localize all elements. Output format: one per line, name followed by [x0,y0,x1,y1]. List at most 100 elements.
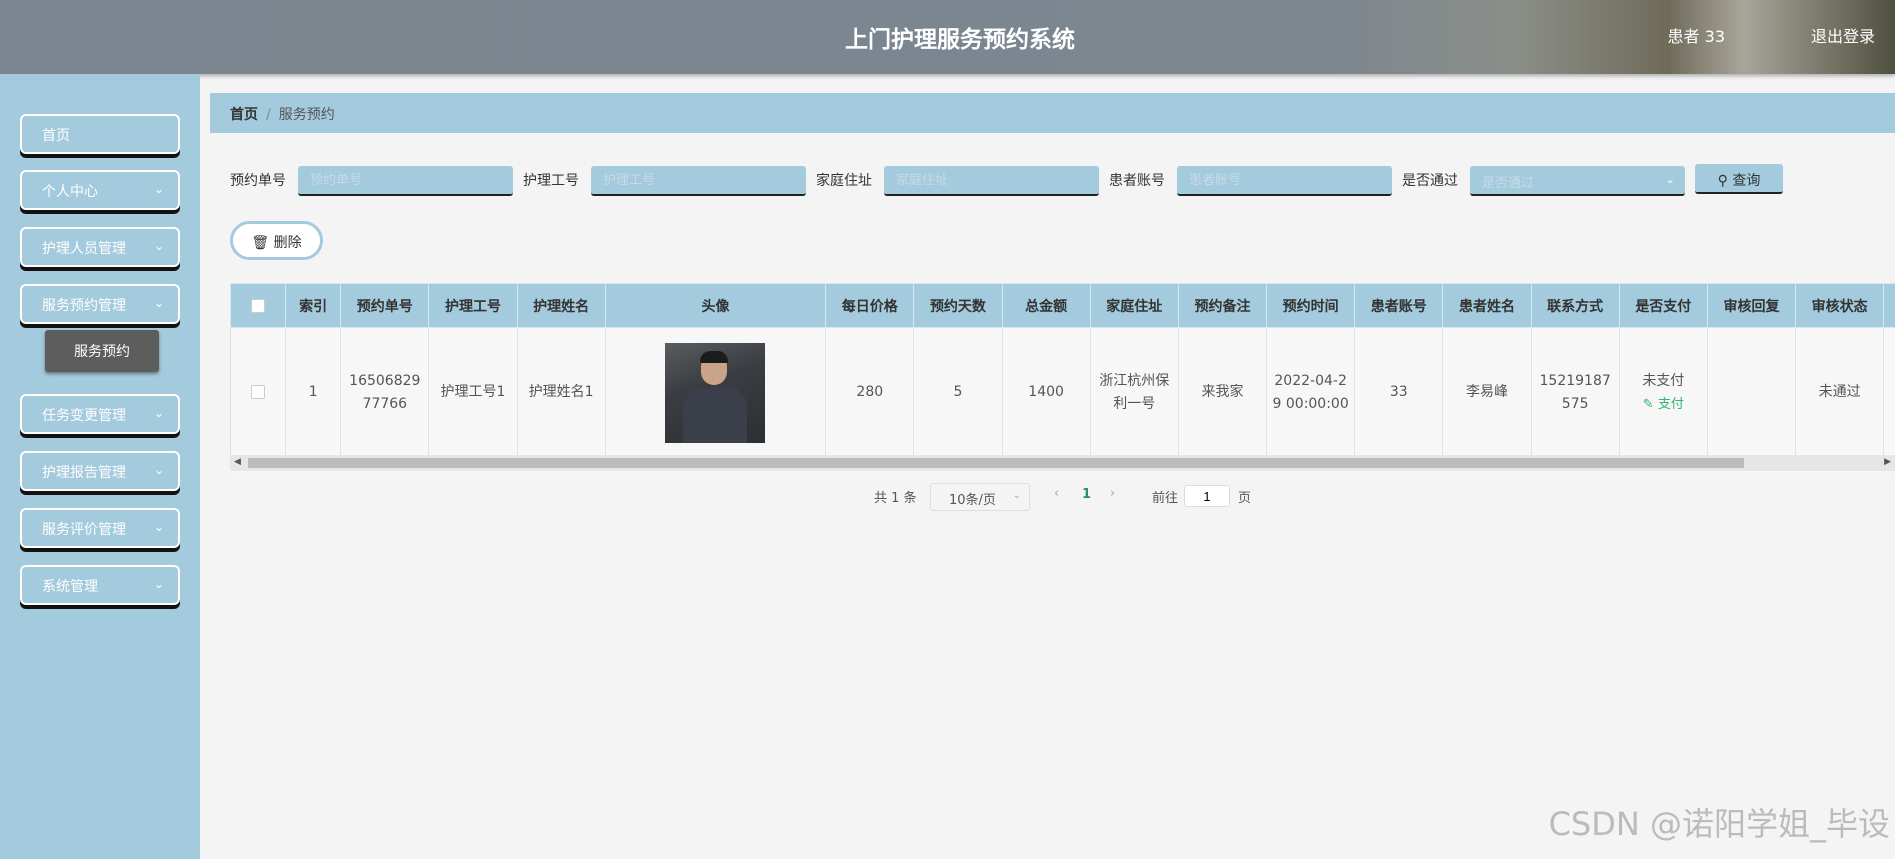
cell-remark: 来我家 [1177,327,1268,458]
column-header: 预约时间 [1266,283,1356,328]
sidebar-item-label: 护理报告管理 [42,465,126,481]
page-size-select[interactable]: 10条/页 ⌄ [930,483,1030,511]
query-button-label: 查询 [1732,173,1761,189]
paid-status: 未支付 [1642,372,1685,389]
column-header: 患者姓名 [1442,283,1532,328]
column-header: 操作 [1883,283,1895,328]
address-input[interactable] [884,166,1099,196]
sidebar-item-system-management[interactable]: 系统管理 ⌄ [20,565,180,605]
sidebar-item-label: 护理人员管理 [42,241,126,257]
next-page-icon[interactable]: › [1110,486,1115,501]
column-header: 索引 [285,283,342,328]
scrollbar-thumb[interactable] [248,458,1744,468]
cell-address: 浙江杭州保利一号 [1089,327,1179,458]
breadcrumb-separator: / [266,107,271,123]
select-all-header[interactable] [230,283,287,328]
breadcrumb: 首页 / 服务预约 [210,93,1895,133]
column-header: 患者账号 [1354,283,1444,328]
pagination-total: 共 1 条 [874,491,917,506]
goto-label: 前往 [1152,491,1179,506]
search-icon: ⚲ [1717,173,1728,189]
column-header: 预约单号 [340,283,430,328]
scroll-right-icon[interactable]: ▶ [1884,457,1891,467]
cell-daily-price: 280 [825,327,915,458]
cell-actions: ▤ 详情 [1883,327,1895,458]
pay-link-label: 支付 [1657,396,1684,412]
page-number-current[interactable]: 1 [1082,487,1091,502]
chevron-down-icon: ⌄ [153,463,164,477]
column-header: 预约天数 [913,283,1003,328]
pay-link[interactable]: ✎ 支付 [1624,393,1703,416]
avatar-hair [700,350,729,363]
sidebar-item-appointment-management[interactable]: 服务预约管理 ⌄ [20,284,180,324]
sidebar-item-task-change-management[interactable]: 任务变更管理 ⌄ [20,394,180,434]
sidebar-item-home[interactable]: 首页 [20,114,180,154]
address-label: 家庭住址 [816,173,872,189]
approved-select[interactable]: 是否通过 ⌄ [1470,166,1685,196]
cell-days: 5 [913,327,1003,458]
breadcrumb-current: 服务预约 [278,107,335,123]
cell-time: 2022-04-29 00:00:00 [1266,327,1356,458]
column-header: 是否支付 [1618,283,1708,328]
delete-button[interactable]: 🗑 删除 [230,221,323,260]
cell-index: 1 [285,327,342,458]
column-header: 审核回复 [1706,283,1797,328]
chevron-down-icon: ⌄ [153,296,164,310]
sidebar-item-personal-center[interactable]: 个人中心 ⌄ [20,170,180,210]
column-header: 预约备注 [1177,283,1268,328]
submenu-item-appointment[interactable]: 服务预约 [45,330,159,372]
column-header: 每日价格 [825,283,915,328]
goto-page-input[interactable] [1184,485,1230,507]
cell-patient-name: 李易峰 [1442,327,1532,458]
cell-avatar [604,327,827,458]
chevron-down-icon: ⌄ [1665,173,1675,186]
sidebar-item-label: 系统管理 [42,579,98,595]
edit-icon: ✎ [1642,396,1654,412]
patient-account-input[interactable] [1177,166,1392,196]
chevron-down-icon: ⌄ [1012,490,1021,501]
current-user-label: 患者 33 [1667,27,1725,46]
chevron-down-icon: ⌄ [153,239,164,253]
approved-label: 是否通过 [1402,173,1458,189]
column-header: 护理姓名 [516,283,606,328]
nurse-id-input[interactable] [591,166,806,196]
query-button[interactable]: ⚲ 查询 [1695,164,1783,194]
column-header: 总金额 [1001,283,1091,328]
page-size-value: 10条/页 [949,493,996,508]
top-header: 上门护理服务预约系统 患者 33 退出登录 [0,0,1895,74]
breadcrumb-home[interactable]: 首页 [230,107,258,123]
order-no-input[interactable] [298,166,513,196]
sidebar-item-label: 个人中心 [42,184,98,200]
sidebar-item-label: 任务变更管理 [42,408,126,424]
row-select-cell[interactable] [230,327,287,458]
sidebar-item-label: 服务预约管理 [42,298,126,314]
logout-link[interactable]: 退出登录 [1811,23,1875,47]
cell-review-reply [1706,327,1797,458]
table-header-row: 索引 预约单号 护理工号 护理姓名 头像 每日价格 预约天数 总金额 家庭住址 … [230,283,1895,328]
order-no-label: 预约单号 [230,173,286,189]
approved-select-placeholder: 是否通过 [1482,176,1535,191]
sidebar-item-nurse-management[interactable]: 护理人员管理 ⌄ [20,227,180,267]
sidebar: 首页 个人中心 ⌄ 护理人员管理 ⌄ 服务预约管理 ⌄ 服务预约 任务变更管理 ⌄ 护理… [0,74,200,859]
column-header: 审核状态 [1795,283,1885,328]
scroll-left-icon[interactable]: ◀ [234,457,241,467]
chevron-down-icon: ⌄ [153,406,164,420]
goto-suffix: 页 [1238,491,1252,506]
row-checkbox[interactable] [251,385,266,399]
sidebar-item-report-management[interactable]: 护理报告管理 ⌄ [20,451,180,491]
avatar-body [683,386,748,443]
trash-icon: 🗑 [251,235,270,251]
avatar [665,342,766,443]
sidebar-item-review-management[interactable]: 服务评价管理 ⌄ [20,508,180,548]
table-row: 1 1650682977766 护理工号1 护理姓名1 280 5 1400 浙… [230,327,1895,458]
cell-total: 1400 [1001,327,1091,458]
prev-page-icon[interactable]: ‹ [1054,486,1059,501]
select-all-checkbox[interactable] [251,298,266,313]
cell-phone: 15219187575 [1530,327,1620,458]
column-header: 护理工号 [428,283,518,328]
cell-order-no: 1650682977766 [340,327,430,458]
cell-nurse-id: 护理工号1 [428,327,518,458]
cell-paid: 未支付 ✎ 支付 [1618,327,1708,458]
horizontal-scrollbar[interactable]: ◀ ▶ [230,455,1895,471]
sidebar-item-label: 首页 [42,128,70,144]
